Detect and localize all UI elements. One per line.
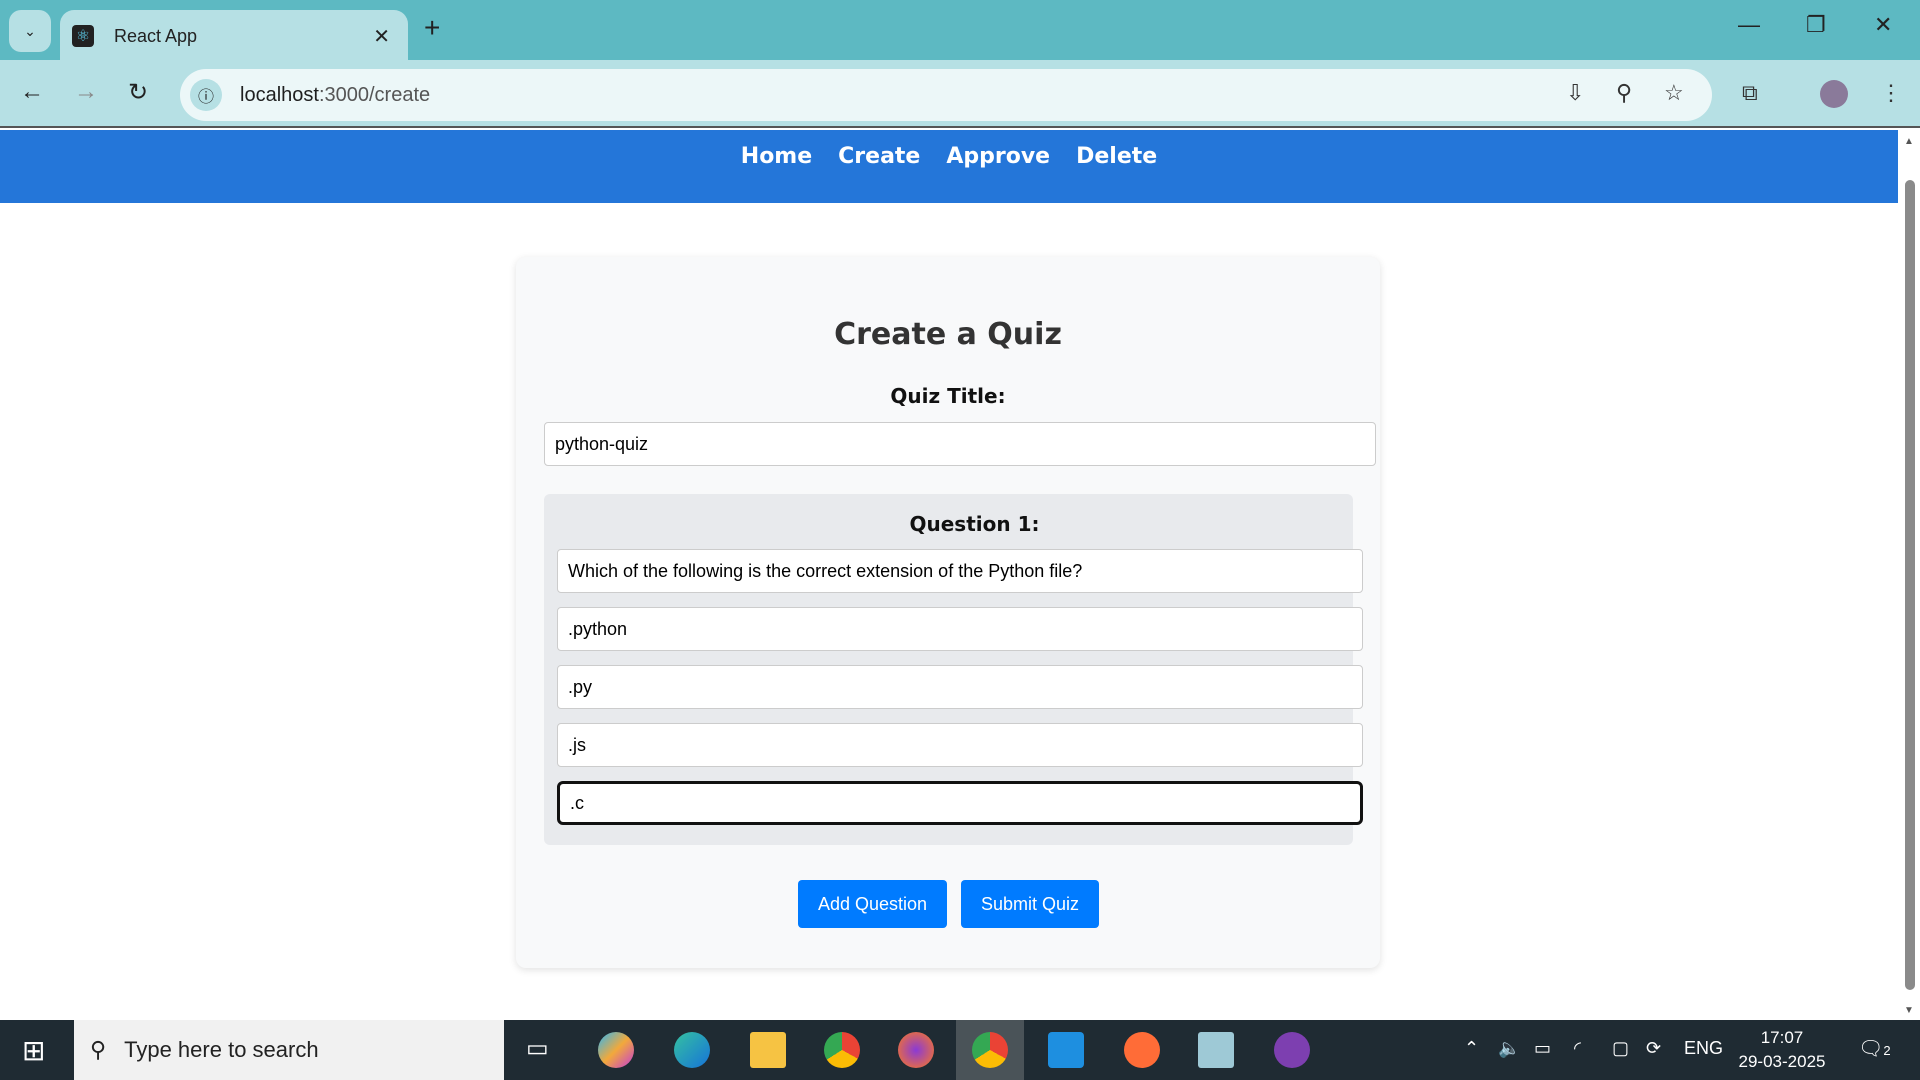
show-hidden-icons[interactable]: ⌃: [1464, 1038, 1479, 1059]
page-scrollbar[interactable]: ▲ ▼: [1898, 130, 1920, 1020]
option-input-4[interactable]: .c: [557, 781, 1363, 825]
restore-icon[interactable]: ❐: [1806, 12, 1826, 38]
question-text-input[interactable]: Which of the following is the correct ex…: [557, 549, 1363, 593]
page-title: Create a Quiz: [834, 317, 1062, 352]
question-block: Question 1: Which of the following is th…: [544, 494, 1363, 845]
submit-quiz-button[interactable]: Submit Quiz: [961, 880, 1099, 928]
chrome-icon[interactable]: [972, 1032, 1008, 1068]
install-app-icon[interactable]: ⇩: [1566, 80, 1584, 106]
sync-icon[interactable]: ⟳: [1646, 1038, 1661, 1059]
browser-toolbar: ← → ↻ ⓘ localhost:3000/create ⇩ ⚲ ☆ ⧉ ⋮: [0, 60, 1920, 128]
search-icon: ⚲: [90, 1037, 107, 1062]
minimize-icon[interactable]: —: [1738, 12, 1760, 38]
browser-tab-bar: ⌄ ⚛ React App ✕ + — ❐ ✕: [0, 0, 1920, 62]
react-favicon-icon: ⚛: [72, 25, 94, 47]
notification-icon[interactable]: 🗨2: [1858, 1036, 1891, 1061]
github-desktop-icon[interactable]: [1274, 1032, 1310, 1068]
site-info-icon[interactable]: ⓘ: [190, 79, 222, 111]
reload-icon[interactable]: ↻: [128, 78, 148, 107]
add-question-button[interactable]: Add Question: [798, 880, 947, 928]
camera-icon[interactable]: ▢: [1612, 1038, 1629, 1059]
quiz-title-label: Quiz Title:: [890, 384, 1006, 408]
close-tab-icon[interactable]: ✕: [373, 24, 390, 49]
nav-delete[interactable]: Delete: [1076, 144, 1157, 203]
windows-taskbar: ⊞ ⚲ Type here to search ▭ ⌃ 🔈 ▭ ◜ ▢ ⟳ EN…: [0, 1020, 1920, 1080]
option-input-3[interactable]: .js: [557, 723, 1363, 767]
notification-count: 2: [1883, 1043, 1891, 1058]
browser-tab[interactable]: ⚛ React App ✕: [60, 10, 408, 62]
menu-icon[interactable]: ⋮: [1880, 80, 1902, 106]
scrollbar-thumb[interactable]: [1905, 180, 1915, 990]
app-navbar: Home Create Approve Delete: [0, 130, 1898, 203]
firefox-icon[interactable]: [898, 1032, 934, 1068]
search-placeholder: Type here to search: [124, 1037, 319, 1062]
address-bar[interactable]: ⓘ localhost:3000/create: [180, 69, 1712, 121]
nav-create[interactable]: Create: [838, 144, 920, 203]
scroll-up-icon[interactable]: ▲: [1904, 136, 1914, 147]
nav-home[interactable]: Home: [741, 144, 812, 203]
language-indicator[interactable]: ENG: [1684, 1038, 1723, 1059]
url-text: localhost:3000/create: [240, 83, 431, 106]
new-tab-button[interactable]: +: [424, 12, 440, 44]
option-input-2[interactable]: .py: [557, 665, 1363, 709]
create-quiz-card: Create a Quiz Quiz Title: python-quiz Qu…: [516, 257, 1380, 968]
question-label: Question 1:: [909, 512, 1040, 536]
copilot-icon[interactable]: [598, 1032, 634, 1068]
clock-time: 17:07: [1760, 1028, 1804, 1047]
taskbar-search[interactable]: ⚲ Type here to search: [74, 1020, 504, 1080]
option-input-1[interactable]: .python: [557, 607, 1363, 651]
windows-start-icon[interactable]: ⊞: [22, 1034, 45, 1067]
extensions-icon[interactable]: ⧉: [1742, 80, 1758, 106]
file-explorer-icon[interactable]: [750, 1032, 786, 1068]
tab-title: React App: [114, 25, 198, 46]
clock-date: 29-03-2025: [1738, 1052, 1826, 1071]
zoom-icon[interactable]: ⚲: [1616, 80, 1632, 106]
bookmark-star-icon[interactable]: ☆: [1664, 80, 1684, 106]
close-window-icon[interactable]: ✕: [1874, 12, 1892, 38]
tab-search-button[interactable]: ⌄: [9, 10, 51, 52]
profile-avatar[interactable]: [1820, 80, 1848, 108]
postman-icon[interactable]: [1124, 1032, 1160, 1068]
clock[interactable]: 17:07 29-03-2025: [1736, 1026, 1828, 1074]
battery-icon[interactable]: ▭: [1534, 1038, 1551, 1059]
notepad-icon[interactable]: [1198, 1032, 1234, 1068]
task-view-icon[interactable]: ▭: [526, 1034, 549, 1063]
scroll-down-icon[interactable]: ▼: [1904, 1005, 1914, 1016]
volume-icon[interactable]: 🔈: [1498, 1038, 1520, 1059]
vscode-icon[interactable]: [1048, 1032, 1084, 1068]
chrome-profile-b-icon[interactable]: [824, 1032, 860, 1068]
back-icon[interactable]: ←: [20, 78, 44, 106]
nav-approve[interactable]: Approve: [946, 144, 1050, 203]
edge-icon[interactable]: [674, 1032, 710, 1068]
quiz-title-input[interactable]: python-quiz: [544, 422, 1376, 466]
forward-icon[interactable]: →: [74, 78, 98, 106]
wifi-icon[interactable]: ◜: [1574, 1038, 1581, 1059]
